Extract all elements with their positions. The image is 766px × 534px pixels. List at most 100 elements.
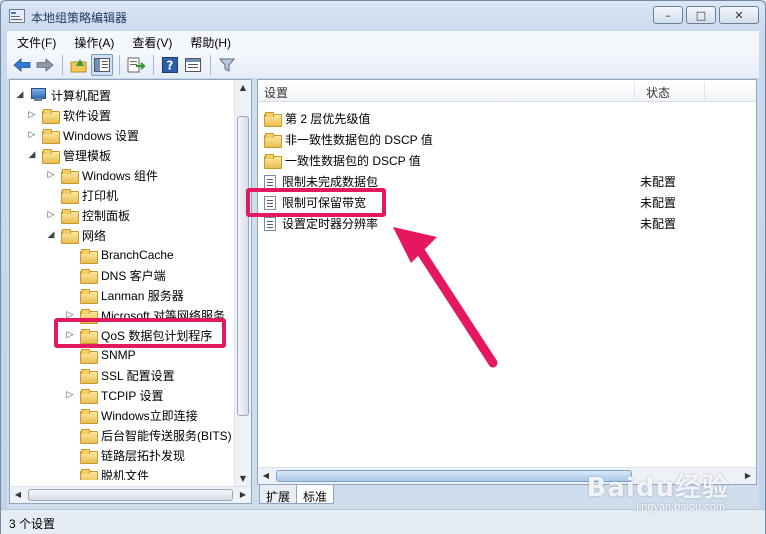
show-hide-tree-icon	[94, 57, 110, 72]
tree-item-label: SNMP	[101, 348, 136, 362]
forward-button[interactable]	[34, 54, 56, 76]
scrollbar-thumb[interactable]	[28, 489, 233, 501]
folder-icon	[80, 468, 98, 480]
scroll-right-icon[interactable]: ▶	[740, 468, 756, 484]
title-bar[interactable]: 本地组策略编辑器 – □ ✕	[1, 1, 765, 31]
column-header-state[interactable]: 状态	[646, 84, 670, 101]
tree-item-windows-settings[interactable]: ▷ Windows 设置	[26, 125, 139, 145]
tree-item-label: TCPIP 设置	[101, 388, 164, 403]
policy-setting-icon	[264, 174, 276, 189]
svg-text:?: ?	[167, 58, 174, 72]
view-tabs: 扩展 标准	[259, 485, 335, 505]
folder-icon	[80, 268, 98, 284]
minimize-icon: –	[665, 8, 671, 22]
menu-file[interactable]: 文件(F)	[7, 31, 64, 51]
tree-item-windows-connect-now[interactable]: Windows立即连接	[64, 405, 198, 425]
tree-item-link-layer-topology[interactable]: 链路层拓扑发现	[64, 445, 185, 465]
tree-item-printers[interactable]: 打印机	[45, 185, 118, 205]
expand-arrow-icon[interactable]: ▷	[26, 110, 38, 120]
tree-item-label: 管理模板	[63, 148, 112, 163]
tree-item-label: 链路层拓扑发现	[101, 448, 186, 463]
folder-icon	[61, 188, 79, 204]
collapse-arrow-icon[interactable]: ◢	[26, 150, 38, 160]
tab-extended[interactable]: 扩展	[259, 485, 298, 504]
column-divider[interactable]	[634, 82, 635, 100]
show-hide-tree-button[interactable]	[91, 53, 113, 76]
tree-item-bits[interactable]: 后台智能传送服务(BITS)	[64, 425, 232, 445]
tree-item-control-panel[interactable]: ▷ 控制面板	[45, 205, 130, 225]
tree-item-label: Windows立即连接	[101, 408, 198, 423]
close-button[interactable]: ✕	[719, 6, 759, 24]
column-divider[interactable]	[704, 82, 705, 100]
toolbar-separator	[153, 54, 154, 75]
scroll-left-icon[interactable]: ◀	[10, 487, 26, 503]
setting-state: 未配置	[640, 217, 677, 231]
folder-icon	[80, 248, 98, 264]
help-button[interactable]: ?	[159, 54, 181, 76]
expand-arrow-icon[interactable]: ▷	[45, 210, 57, 220]
folder-icon	[264, 112, 282, 127]
up-folder-icon	[70, 58, 87, 72]
up-folder-button[interactable]	[68, 54, 90, 76]
list-item[interactable]: 第 2 层优先级值	[258, 108, 756, 129]
menu-action[interactable]: 操作(A)	[64, 31, 122, 51]
properties-view-icon	[185, 57, 201, 72]
tree-item-branchcache[interactable]: BranchCache	[64, 245, 174, 265]
tab-standard[interactable]: 标准	[296, 485, 335, 504]
tree-item-label: 打印机	[82, 188, 119, 203]
baidu-jingyan-logo: Baidu经验	[586, 473, 729, 503]
tree-item-computer-config[interactable]: ◢ 计算机配置	[14, 85, 111, 105]
list-item[interactable]: 非一致性数据包的 DSCP 值	[258, 129, 756, 150]
folder-icon	[61, 168, 79, 184]
tree-item-label: BranchCache	[101, 248, 174, 262]
expand-arrow-icon[interactable]: ▷	[64, 390, 76, 400]
scrollbar-thumb[interactable]	[237, 116, 249, 416]
tree-item-windows-components[interactable]: ▷ Windows 组件	[45, 165, 158, 185]
expand-arrow-icon[interactable]: ▷	[26, 130, 38, 140]
folder-icon	[42, 148, 60, 164]
tree-item-network[interactable]: ◢ 网络	[45, 225, 106, 245]
filter-icon	[219, 58, 235, 72]
column-header-setting[interactable]: 设置	[264, 84, 288, 101]
tree-item-offline-files[interactable]: 脱机文件	[64, 465, 149, 480]
tree-item-tcpip-settings[interactable]: ▷ TCPIP 设置	[64, 385, 163, 405]
list-header: 设置 状态	[258, 80, 756, 102]
scroll-left-icon[interactable]: ◀	[258, 468, 274, 484]
tree-item-label: Lanman 服务器	[101, 288, 184, 303]
tree-item-label: 后台智能传送服务(BITS)	[101, 428, 232, 443]
tree-item-snmp[interactable]: SNMP	[64, 345, 136, 365]
tree-item-label: 脱机文件	[101, 468, 150, 481]
policy-editor-app-icon	[9, 9, 25, 23]
folder-icon	[264, 154, 282, 169]
collapse-arrow-icon[interactable]: ◢	[45, 230, 57, 240]
tree-item-software-settings[interactable]: ▷ 软件设置	[26, 105, 111, 125]
list-item[interactable]: 一致性数据包的 DSCP 值	[258, 150, 756, 171]
tree-item-dns-client[interactable]: DNS 客户端	[64, 265, 166, 285]
qos-highlight-annotation	[54, 318, 226, 348]
menu-view[interactable]: 查看(V)	[122, 31, 180, 51]
properties-view-button[interactable]	[182, 54, 204, 76]
tree-item-label: 软件设置	[63, 108, 112, 123]
collapse-arrow-icon[interactable]: ◢	[14, 90, 26, 100]
tree-vertical-scrollbar[interactable]: ▲ ▼	[234, 80, 251, 487]
export-list-button[interactable]	[125, 54, 147, 76]
scroll-right-icon[interactable]: ▶	[235, 487, 251, 503]
tree-item-lanman-server[interactable]: Lanman 服务器	[64, 285, 184, 305]
scroll-up-icon[interactable]: ▲	[235, 80, 251, 96]
menu-help[interactable]: 帮助(H)	[180, 31, 239, 51]
toolbar-separator	[210, 54, 211, 75]
back-button[interactable]	[11, 54, 33, 76]
folder-icon	[80, 408, 98, 424]
tree-horizontal-scrollbar[interactable]: ◀ ▶	[10, 486, 251, 503]
setting-state: 未配置	[640, 175, 677, 189]
expand-arrow-icon[interactable]: ▷	[45, 170, 57, 180]
scroll-down-icon[interactable]: ▼	[235, 471, 251, 487]
toolbar-separator	[119, 54, 120, 75]
tree-item-admin-templates[interactable]: ◢ 管理模板	[26, 145, 111, 165]
gpedit-window: 本地组策略编辑器 – □ ✕ 文件(F) 操作(A) 查看(V) 帮助(H) ?…	[0, 0, 766, 534]
minimize-button[interactable]: –	[653, 6, 683, 24]
tree-item-label: 网络	[82, 228, 107, 243]
filter-button[interactable]	[216, 54, 238, 76]
maximize-button[interactable]: □	[686, 6, 716, 24]
tree-item-ssl-config[interactable]: SSL 配置设置	[64, 365, 175, 385]
